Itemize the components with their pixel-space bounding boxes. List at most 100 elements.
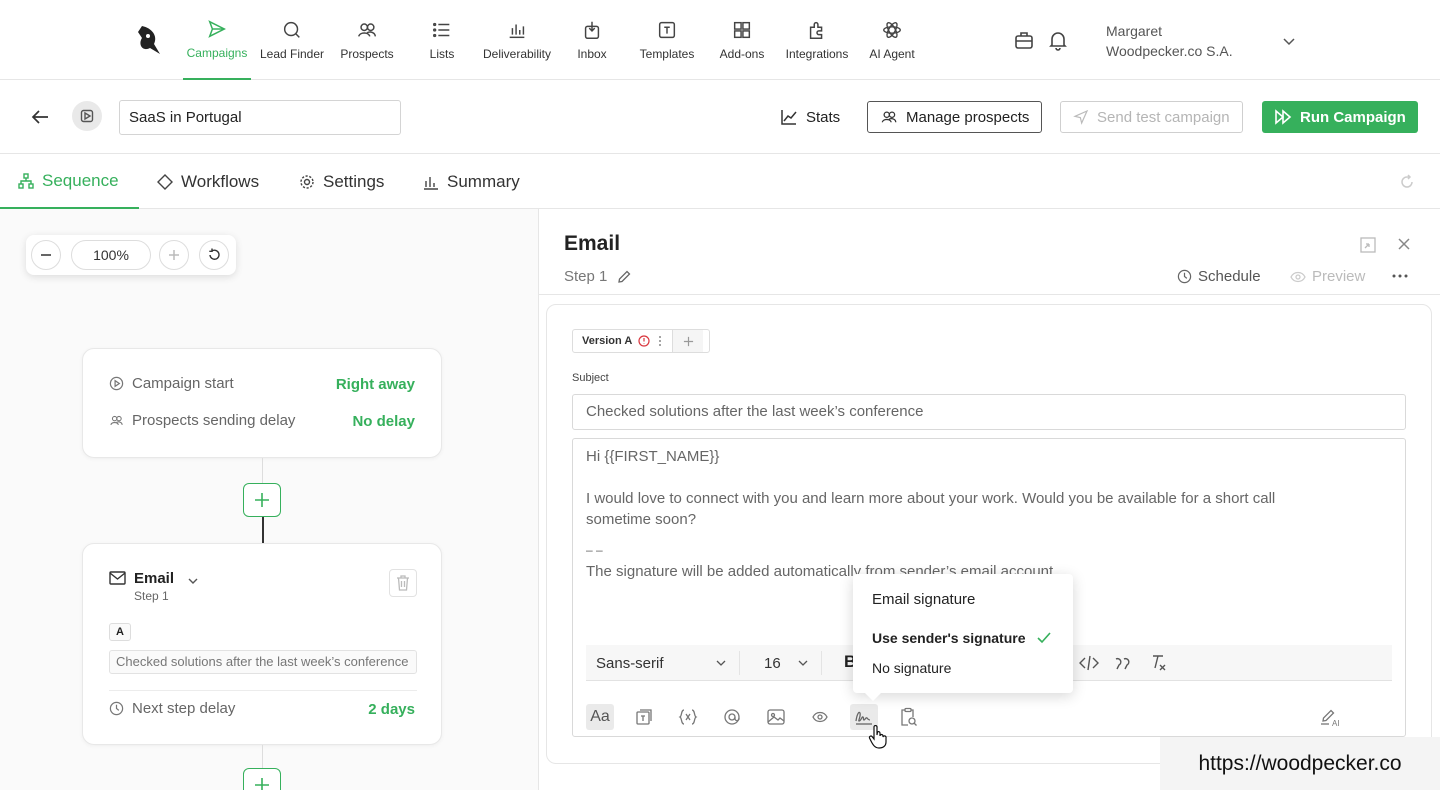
step-label: Step 1: [564, 268, 608, 285]
subject-label: Subject: [572, 372, 609, 384]
snippet-button[interactable]: [674, 704, 702, 730]
campaign-name-input[interactable]: SaaS in Portugal: [119, 100, 401, 135]
reset-zoom-button[interactable]: [199, 240, 229, 270]
zoom-out-button[interactable]: [31, 240, 61, 270]
nav-deliverability[interactable]: Deliverability: [478, 0, 556, 80]
add-step-button[interactable]: [243, 768, 281, 790]
nav-prospects[interactable]: Prospects: [334, 0, 400, 80]
mail-icon: [109, 571, 126, 585]
nav-label: Inbox: [577, 47, 607, 61]
quote-icon[interactable]: [1114, 655, 1132, 671]
email-card-step: Step 1: [134, 589, 169, 603]
nav-templates[interactable]: Templates: [634, 0, 700, 80]
campaign-start-value: Right away: [335, 376, 415, 393]
sending-delay-row: Prospects sending delay: [109, 412, 295, 429]
plus-icon: [255, 493, 269, 507]
woodpecker-logo[interactable]: [134, 22, 164, 58]
ai-writer-button[interactable]: AI: [1316, 704, 1346, 730]
connector-line: [262, 517, 264, 543]
user-menu[interactable]: Margaret Woodpecker.co S.A.: [1106, 21, 1233, 61]
campaign-status-button[interactable]: [72, 101, 102, 131]
tab-settings[interactable]: Settings: [281, 154, 402, 209]
tab-label: Summary: [447, 171, 520, 191]
spintax-button[interactable]: [718, 704, 746, 730]
nav-campaigns[interactable]: Campaigns: [183, 0, 251, 80]
body-line: I would love to connect with you and lea…: [586, 490, 1276, 507]
add-step-button[interactable]: [243, 483, 281, 517]
tab-sequence[interactable]: Sequence: [0, 154, 139, 209]
bell-icon[interactable]: [1046, 28, 1070, 52]
pencil-icon[interactable]: [617, 270, 631, 284]
font-family-select[interactable]: Sans-serif: [596, 651, 740, 675]
divider: [109, 690, 417, 691]
kebab-icon[interactable]: [658, 335, 662, 347]
sending-delay-label: Prospects sending delay: [132, 412, 296, 429]
zoom-level: 100%: [71, 240, 151, 270]
tab-summary[interactable]: Summary: [405, 154, 538, 209]
next-step-delay-row: Next step delay: [109, 700, 235, 717]
manage-prospects-label: Manage prospects: [906, 108, 1030, 126]
nav-label: AI Agent: [869, 47, 915, 61]
font-size-select[interactable]: 16: [764, 651, 822, 675]
manage-prospects-button[interactable]: Manage prospects: [867, 101, 1043, 133]
bar-chart-icon: [424, 176, 438, 190]
zoom-in-button[interactable]: [159, 240, 189, 270]
no-signature-option[interactable]: No signature: [872, 660, 951, 676]
more-icon[interactable]: [1392, 274, 1408, 278]
send-test-campaign-button[interactable]: Send test campaign: [1060, 101, 1243, 133]
grid-icon: [733, 21, 751, 39]
clear-format-icon[interactable]: [1150, 654, 1166, 671]
image-button[interactable]: [762, 704, 790, 730]
refresh-icon[interactable]: [1398, 173, 1416, 191]
hand-cursor-icon: [868, 725, 887, 749]
run-campaign-button[interactable]: Run Campaign: [1262, 101, 1418, 133]
collapse-icon[interactable]: [1360, 237, 1376, 253]
nav-lead-finder[interactable]: Lead Finder: [258, 0, 326, 80]
image-icon: [767, 709, 785, 725]
preview-button[interactable]: Preview: [1290, 268, 1365, 285]
text-format-button[interactable]: Aa: [586, 704, 614, 730]
stats-button[interactable]: Stats: [768, 101, 852, 133]
code-icon[interactable]: [1079, 655, 1099, 671]
nav-inbox[interactable]: Inbox: [568, 0, 616, 80]
nav-label: Campaigns: [186, 46, 248, 60]
clock-icon: [109, 701, 124, 716]
braces-icon: [678, 709, 698, 725]
nav-label: Templates: [639, 47, 695, 61]
spam-check-button[interactable]: [894, 704, 922, 730]
nav-ai-agent[interactable]: AI Agent: [866, 0, 918, 80]
add-version-button[interactable]: [672, 330, 704, 352]
dropdown-caret: [865, 693, 881, 701]
nav-integrations[interactable]: Integrations: [780, 0, 854, 80]
close-icon[interactable]: [1397, 237, 1411, 251]
version-a-tab[interactable]: Version A: [573, 335, 638, 347]
send-test-label: Send test campaign: [1097, 108, 1230, 126]
template-button[interactable]: [630, 704, 658, 730]
back-arrow-icon[interactable]: [28, 105, 52, 129]
body-line: Hi {{FIRST_NAME}}: [586, 448, 720, 465]
nav-label: Lead Finder: [259, 47, 325, 61]
subject-input[interactable]: Checked solutions after the last week’s …: [572, 394, 1406, 430]
email-step-card[interactable]: Email Step 1 A Checked solutions after t…: [82, 543, 442, 745]
next-step-delay-value[interactable]: 2 days: [368, 701, 415, 718]
reset-icon: [209, 248, 220, 260]
chevron-down-icon[interactable]: [1280, 32, 1298, 50]
chevron-down-icon[interactable]: [186, 574, 200, 588]
delete-step-button[interactable]: [389, 569, 417, 597]
campaign-start-row: Campaign start: [109, 375, 234, 392]
inbox-icon: [584, 21, 600, 39]
plus-icon: [255, 778, 269, 790]
preview-toolbar-button[interactable]: [806, 704, 834, 730]
sending-delay-value: No delay: [352, 413, 415, 430]
nav-add-ons[interactable]: Add-ons: [714, 0, 770, 80]
briefcase-icon[interactable]: [1012, 28, 1036, 52]
stats-label: Stats: [806, 108, 841, 126]
signature-icon: [855, 711, 872, 725]
use-senders-signature-option[interactable]: Use sender's signature: [872, 630, 1026, 646]
nav-label: Integrations: [785, 47, 849, 61]
campaign-start-card[interactable]: Campaign start Right away Prospects send…: [82, 348, 442, 458]
schedule-button[interactable]: Schedule: [1177, 268, 1261, 285]
tab-workflows[interactable]: Workflows: [139, 154, 277, 209]
version-tabs: Version A: [572, 329, 710, 353]
nav-lists[interactable]: Lists: [416, 0, 468, 80]
